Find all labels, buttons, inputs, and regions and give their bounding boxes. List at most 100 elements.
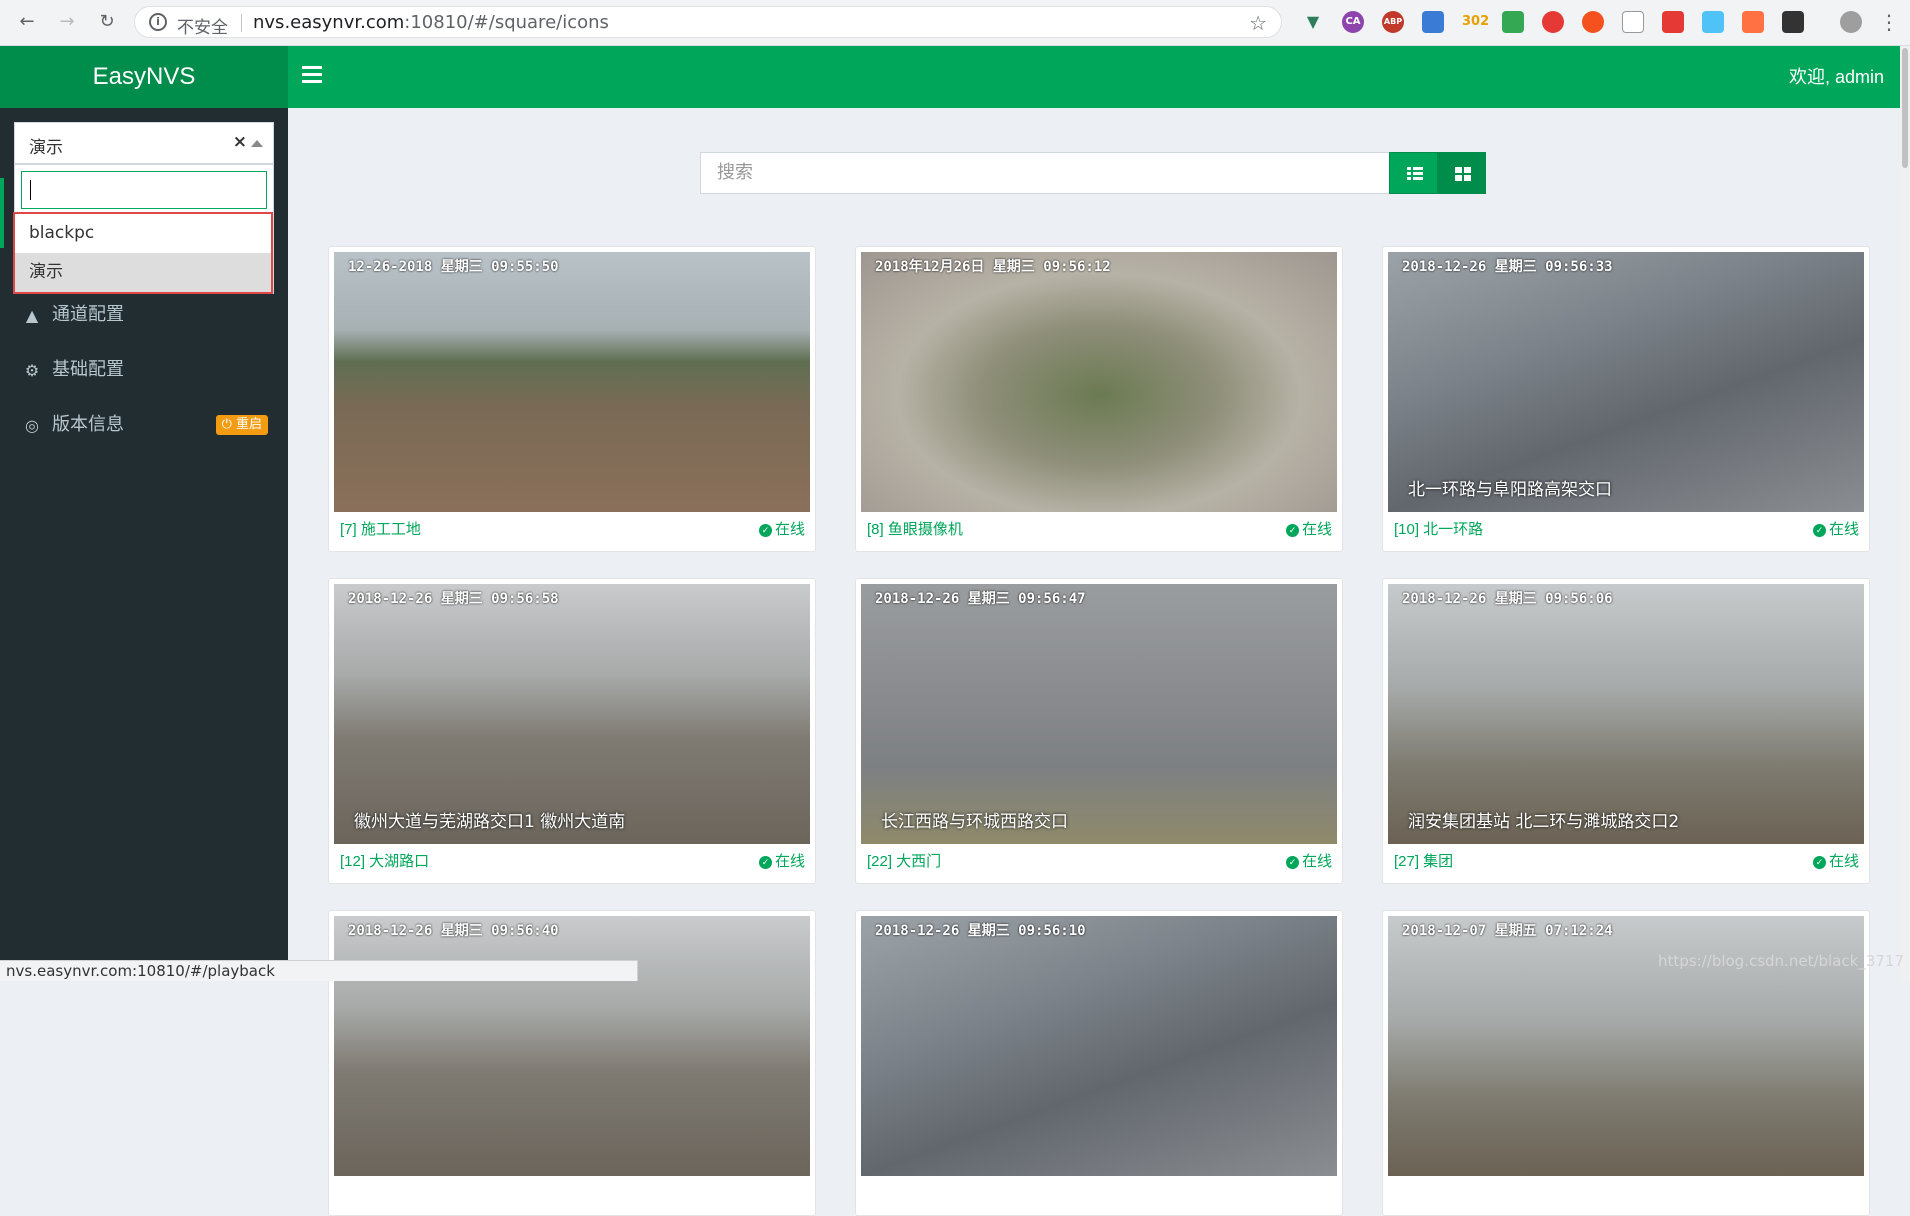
select-option-demo[interactable]: 演示	[15, 253, 271, 292]
forward-icon[interactable]: →	[56, 11, 78, 33]
cogs-icon: ⚙	[24, 361, 40, 380]
camera-card[interactable]: 2018-12-26 星期三 09:56:58 徽州大道与芜湖路交口1 徽州大道南…	[328, 578, 816, 884]
fox-extension-icon[interactable]	[1742, 11, 1764, 33]
page-scrollbar[interactable]	[1900, 46, 1910, 981]
camera-card[interactable]: 2018-12-26 星期三 09:56:33 北一环路与阜阳路高架交口 [10] …	[1382, 246, 1870, 552]
vue-extension-icon[interactable]: ▼	[1302, 11, 1324, 33]
selected-value: 演示	[29, 138, 63, 158]
support-icon: ◎	[25, 416, 39, 435]
sidebar-item-label: 版本信息	[52, 414, 124, 435]
sidebar-item-label: 通道配置	[52, 304, 124, 325]
bookmark-star-icon[interactable]: ☆	[1249, 11, 1267, 35]
welcome-user[interactable]: 欢迎, admin	[1789, 46, 1884, 108]
camera-snapshot[interactable]: 2018-12-26 星期三 09:56:58 徽州大道与芜湖路交口1 徽州大道南	[334, 584, 810, 844]
info-icon[interactable]: i	[149, 13, 167, 31]
check-circle-icon: ✓	[1812, 856, 1826, 869]
red-shield-extension-icon[interactable]	[1542, 11, 1564, 33]
camera-snapshot[interactable]: 2018-12-26 星期三 09:56:10	[861, 916, 1337, 1176]
camera-snapshot[interactable]: 2018-12-26 星期三 09:56:47 长江西路与环城西路交口	[861, 584, 1337, 844]
camera-card[interactable]: 12-26-2018 星期三 09:55:50 [7] 施工工地 ✓ 在线	[328, 246, 816, 552]
online-status: ✓ 在线	[1285, 518, 1332, 539]
snapshot-caption: 润安集团基站 北二环与濉城路交口2	[1408, 812, 1680, 832]
reload-icon[interactable]: ↻	[96, 11, 118, 33]
insecure-label: 不安全	[177, 18, 228, 38]
orange-extension-icon[interactable]	[1582, 11, 1604, 33]
clear-icon[interactable]: ×	[233, 132, 247, 152]
camera-card[interactable]: 2018-12-26 星期三 09:56:40	[328, 910, 816, 1216]
camera-snapshot[interactable]: 2018-12-26 星期三 09:56:40	[334, 916, 810, 1176]
cat-extension-icon[interactable]	[1622, 11, 1644, 33]
camera-snapshot[interactable]: 2018-12-26 星期三 09:56:06 润安集团基站 北二环与濉城路交口2	[1388, 584, 1864, 844]
restart-badge[interactable]: ⏻ 重启	[215, 415, 268, 435]
grid-icon	[1455, 167, 1471, 181]
check-circle-icon: ✓	[1285, 856, 1299, 869]
camera-title[interactable]: [8] 鱼眼摄像机	[867, 518, 963, 539]
online-status: ✓ 在线	[1812, 518, 1859, 539]
online-status: ✓ 在线	[1285, 850, 1332, 871]
snapshot-caption: 北一环路与阜阳路高架交口	[1408, 480, 1612, 500]
search-input[interactable]: 搜索	[700, 152, 1390, 194]
snapshot-caption: 长江西路与环城西路交口	[881, 812, 1068, 832]
online-status: ✓ 在线	[1812, 850, 1859, 871]
brand-logo[interactable]: EasyNVS	[0, 46, 288, 108]
check-circle-icon: ✓	[758, 524, 772, 537]
red-face-extension-icon[interactable]	[1662, 11, 1684, 33]
menu-dots-icon[interactable]: ⋮	[1878, 11, 1900, 33]
blue-extension-icon[interactable]	[1702, 11, 1724, 33]
app-header: EasyNVS 欢迎, admin	[0, 46, 1910, 108]
select-option-blackpc[interactable]: blackpc	[15, 214, 271, 253]
browser-toolbar: ← → ↻ i 不安全 nvs.easynvr.com:10810/#/squa…	[0, 0, 1910, 46]
snapshot-caption: 徽州大道与芜湖路交口1 徽州大道南	[354, 812, 626, 832]
back-icon[interactable]: ←	[16, 11, 38, 33]
server-select[interactable]: 演示 ×	[14, 122, 274, 164]
camera-snapshot[interactable]: 12-26-2018 星期三 09:55:50	[334, 252, 810, 512]
camera-title[interactable]: [10] 北一环路	[1394, 518, 1483, 539]
dark-extension-icon[interactable]	[1782, 11, 1804, 33]
road-icon: ▲	[25, 306, 39, 325]
colorful-extension-icon[interactable]	[1502, 11, 1524, 33]
snapshot-timestamp: 2018-12-26 星期三 09:56:06	[1402, 591, 1613, 607]
list-view-button[interactable]	[1389, 152, 1438, 194]
camera-snapshot[interactable]: 2018-12-26 星期三 09:56:33 北一环路与阜阳路高架交口	[1388, 252, 1864, 512]
sidebar-item-version-info[interactable]: ◎ 版本信息 ⏻ 重启	[0, 400, 288, 450]
ca-extension-icon[interactable]: CA	[1342, 11, 1364, 33]
online-status: ✓ 在线	[758, 518, 805, 539]
address-bar[interactable]: i 不安全 nvs.easynvr.com:10810/#/square/ico…	[134, 6, 1282, 38]
watermark: https://blog.csdn.net/black_3717	[1658, 952, 1904, 970]
select-search-input[interactable]	[21, 171, 267, 209]
sidebar-item-basic-config[interactable]: ⚙ 基础配置	[0, 345, 288, 395]
snapshot-timestamp: 2018-12-07 星期五 07:12:24	[1402, 923, 1613, 939]
camera-card[interactable]: 2018-12-26 星期三 09:56:06 润安集团基站 北二环与濉城路交口2…	[1382, 578, 1870, 884]
snapshot-timestamp: 2018-12-26 星期三 09:56:40	[348, 923, 559, 939]
camera-snapshot[interactable]: 2018年12月26日 星期三 09:56:12	[861, 252, 1337, 512]
camera-title[interactable]: [22] 大西门	[867, 850, 941, 871]
select-results: blackpc 演示	[13, 212, 273, 294]
snapshot-timestamp: 2018-12-26 星期三 09:56:47	[875, 591, 1086, 607]
status-bar-url: nvs.easynvr.com:10810/#/playback	[0, 960, 638, 981]
snapshot-timestamp: 12-26-2018 星期三 09:55:50	[348, 259, 559, 275]
snapshot-timestamp: 2018-12-26 星期三 09:56:10	[875, 923, 1086, 939]
online-status: ✓ 在线	[758, 850, 805, 871]
camera-card[interactable]: 2018-12-26 星期三 09:56:10	[855, 910, 1343, 1216]
grid-view-button[interactable]	[1437, 152, 1486, 194]
divider	[241, 14, 242, 32]
profile-avatar-icon[interactable]	[1840, 11, 1862, 33]
camera-card[interactable]: 2018-12-26 星期三 09:56:47 长江西路与环城西路交口 [22] 大…	[855, 578, 1343, 884]
calendar-extension-icon[interactable]	[1422, 11, 1444, 33]
check-circle-icon: ✓	[1812, 524, 1826, 537]
active-indicator	[0, 178, 4, 248]
camera-title[interactable]: [7] 施工工地	[340, 518, 421, 539]
hamburger-menu-icon[interactable]	[302, 66, 322, 86]
url-text[interactable]: nvs.easynvr.com:10810/#/square/icons	[253, 12, 609, 33]
camera-card[interactable]: 2018年12月26日 星期三 09:56:12 [8] 鱼眼摄像机 ✓ 在线	[855, 246, 1343, 552]
camera-title[interactable]: [12] 大湖路口	[340, 850, 429, 871]
snapshot-timestamp: 2018-12-26 星期三 09:56:33	[1402, 259, 1613, 275]
snapshot-timestamp: 2018年12月26日 星期三 09:56:12	[875, 259, 1111, 275]
arrow-up-icon[interactable]	[251, 140, 263, 147]
list-icon	[1407, 167, 1423, 180]
check-circle-icon: ✓	[1285, 524, 1299, 537]
sidebar-item-channel-config[interactable]: ▲ 通道配置	[0, 290, 288, 340]
redirect-302-extension-icon[interactable]: 302	[1462, 11, 1489, 33]
adblock-extension-icon[interactable]: ABP	[1382, 11, 1404, 33]
camera-title[interactable]: [27] 集团	[1394, 850, 1453, 871]
